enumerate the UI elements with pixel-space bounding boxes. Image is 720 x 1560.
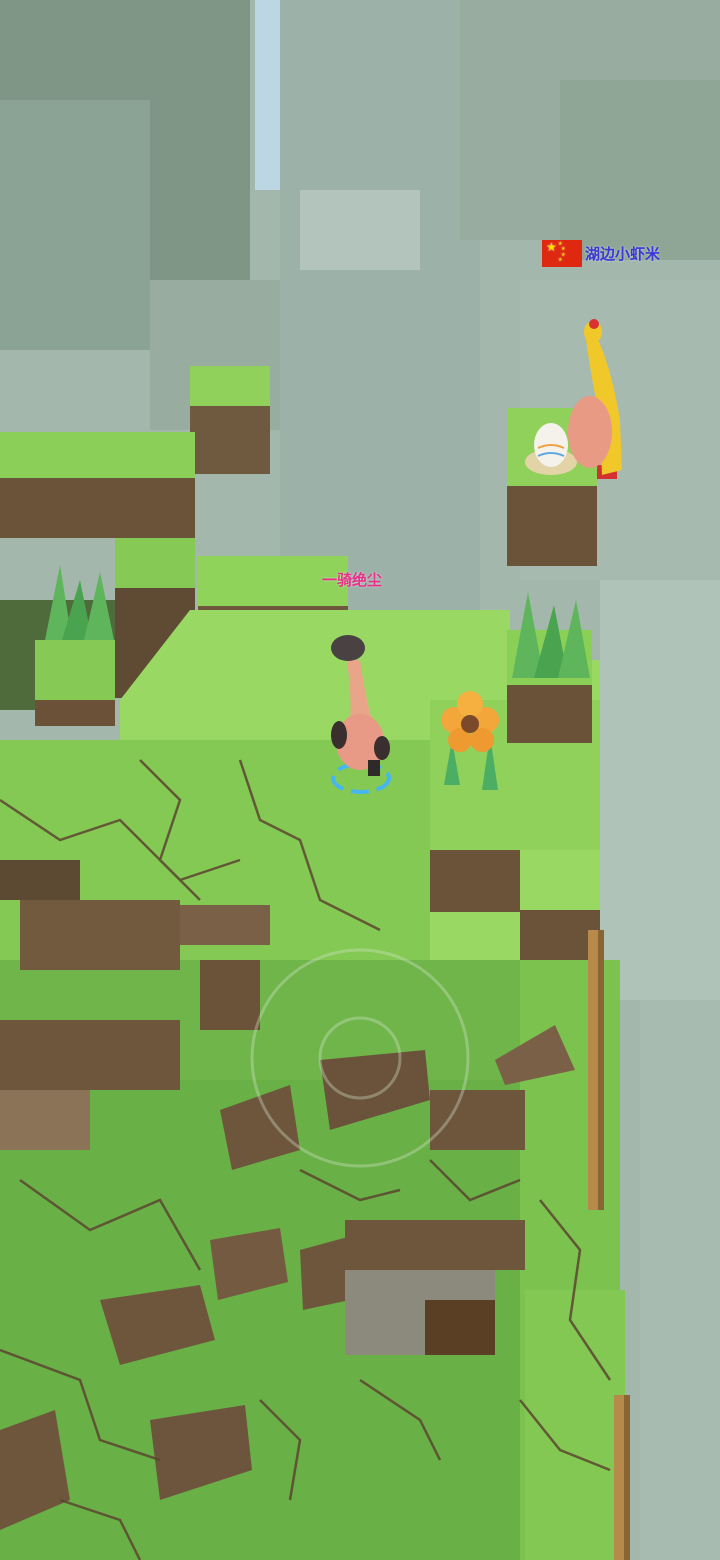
opponent-name-tag: ★ ★ ★ ★ ★ 湖边小虾米 [542, 240, 660, 267]
opponent-name: 湖边小虾米 [585, 245, 661, 263]
player-name: 一骑绝尘 [322, 571, 383, 589]
player-name-tag: 一骑绝尘 [322, 569, 382, 590]
world-view [0, 0, 720, 1560]
game-scene[interactable]: 一骑绝尘 ★ ★ ★ ★ ★ 湖边小虾米 [0, 0, 720, 1560]
china-flag-icon: ★ ★ ★ ★ ★ [542, 240, 582, 267]
